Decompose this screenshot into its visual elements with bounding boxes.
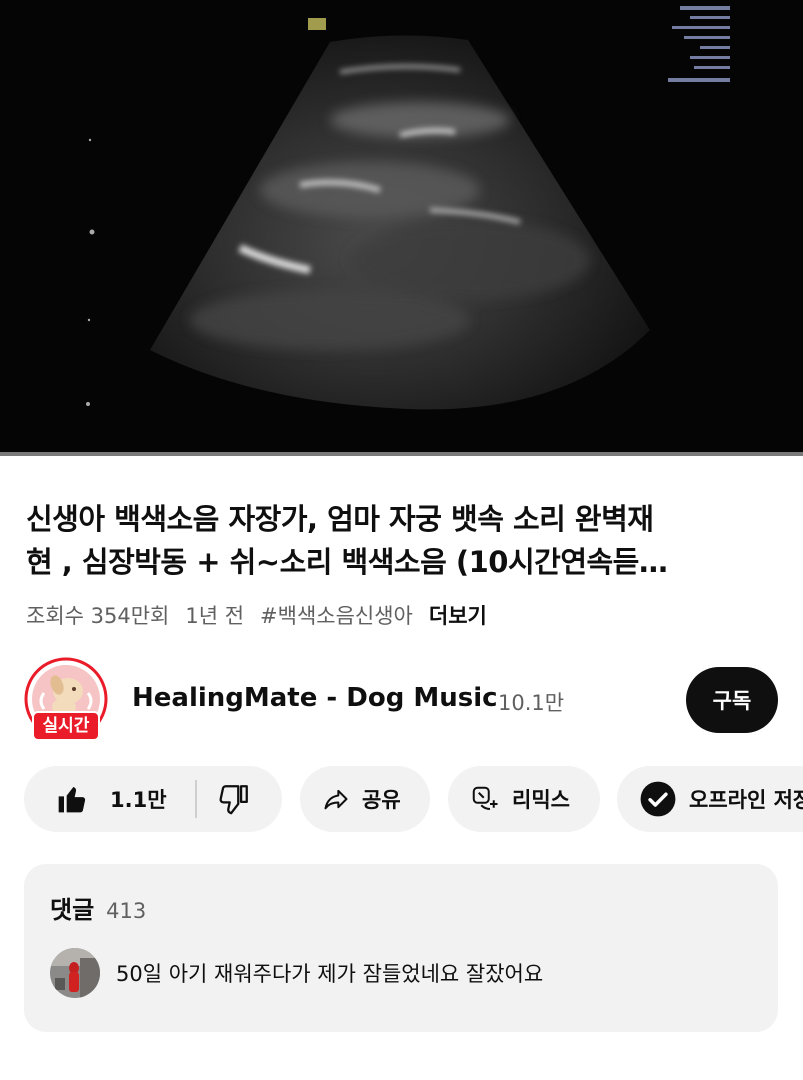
live-badge: 실시간 bbox=[32, 711, 100, 741]
comments-title: 댓글 bbox=[50, 896, 95, 924]
share-button[interactable]: 공유 bbox=[300, 766, 430, 832]
comments-count: 413 bbox=[106, 899, 147, 923]
top-comment-text: 50일 아기 재워주다가 제가 잠들었네요 잘잤어요 bbox=[116, 962, 544, 986]
comments-panel[interactable]: 댓글 413 50일 아기 재워주다가 제가 잠들었네요 잘잤어요 bbox=[24, 864, 778, 1032]
offline-label: 오프라인 저장 bbox=[689, 788, 803, 812]
dislike-button[interactable] bbox=[197, 766, 251, 832]
offline-save-button[interactable]: 오프라인 저장 bbox=[617, 766, 803, 832]
video-meta[interactable]: 조회수 354만회 1년 전 #백색소음신생아 더보기 bbox=[26, 600, 487, 630]
channel-row: 실시간 HealingMate - Dog Music 10.1만 구독 bbox=[24, 657, 784, 743]
like-dislike-group: 1.1만 bbox=[24, 766, 282, 832]
subscribe-button[interactable]: 구독 bbox=[686, 667, 778, 733]
progress-bar[interactable] bbox=[0, 452, 803, 456]
share-icon bbox=[324, 789, 348, 810]
remix-label: 리믹스 bbox=[512, 788, 570, 812]
commenter-avatar bbox=[50, 948, 100, 998]
dislike-icon bbox=[219, 785, 248, 815]
download-icon bbox=[640, 781, 676, 817]
like-button[interactable]: 1.1만 bbox=[24, 766, 167, 832]
share-label: 공유 bbox=[362, 788, 401, 812]
like-icon bbox=[58, 787, 86, 813]
ultrasound-frame bbox=[0, 0, 803, 452]
like-count: 1.1만 bbox=[110, 788, 167, 812]
channel-avatar[interactable]: 실시간 bbox=[24, 657, 108, 741]
more-link[interactable]: 더보기 bbox=[429, 600, 487, 630]
video-title-line-1: 신생아 백색소음 자장가, 엄마 자궁 뱃속 소리 완벽재 bbox=[26, 502, 654, 536]
remix-icon bbox=[472, 786, 498, 810]
comments-header: 댓글 413 bbox=[50, 890, 146, 925]
remix-button[interactable]: 리믹스 bbox=[448, 766, 600, 832]
subscriber-count: 10.1만 bbox=[498, 691, 565, 715]
video-player[interactable] bbox=[0, 0, 803, 452]
channel-name[interactable]: HealingMate - Dog Music bbox=[132, 683, 498, 713]
video-title[interactable]: 신생아 백색소음 자장가, 엄마 자궁 뱃속 소리 완벽재 현 , 심장박동 +… bbox=[26, 498, 786, 584]
hashtag-link[interactable]: #백색소음신생아 bbox=[260, 600, 413, 630]
upload-age: 1년 전 bbox=[185, 604, 245, 628]
action-bar: 1.1만 공유 리믹스 오프라인 저장 bbox=[0, 766, 803, 832]
video-title-line-2: 현 , 심장박동 + 쉬~소리 백색소음 (10시간연속듣… bbox=[26, 545, 668, 579]
view-count: 조회수 354만회 bbox=[26, 604, 170, 628]
commenter-photo bbox=[50, 948, 100, 998]
